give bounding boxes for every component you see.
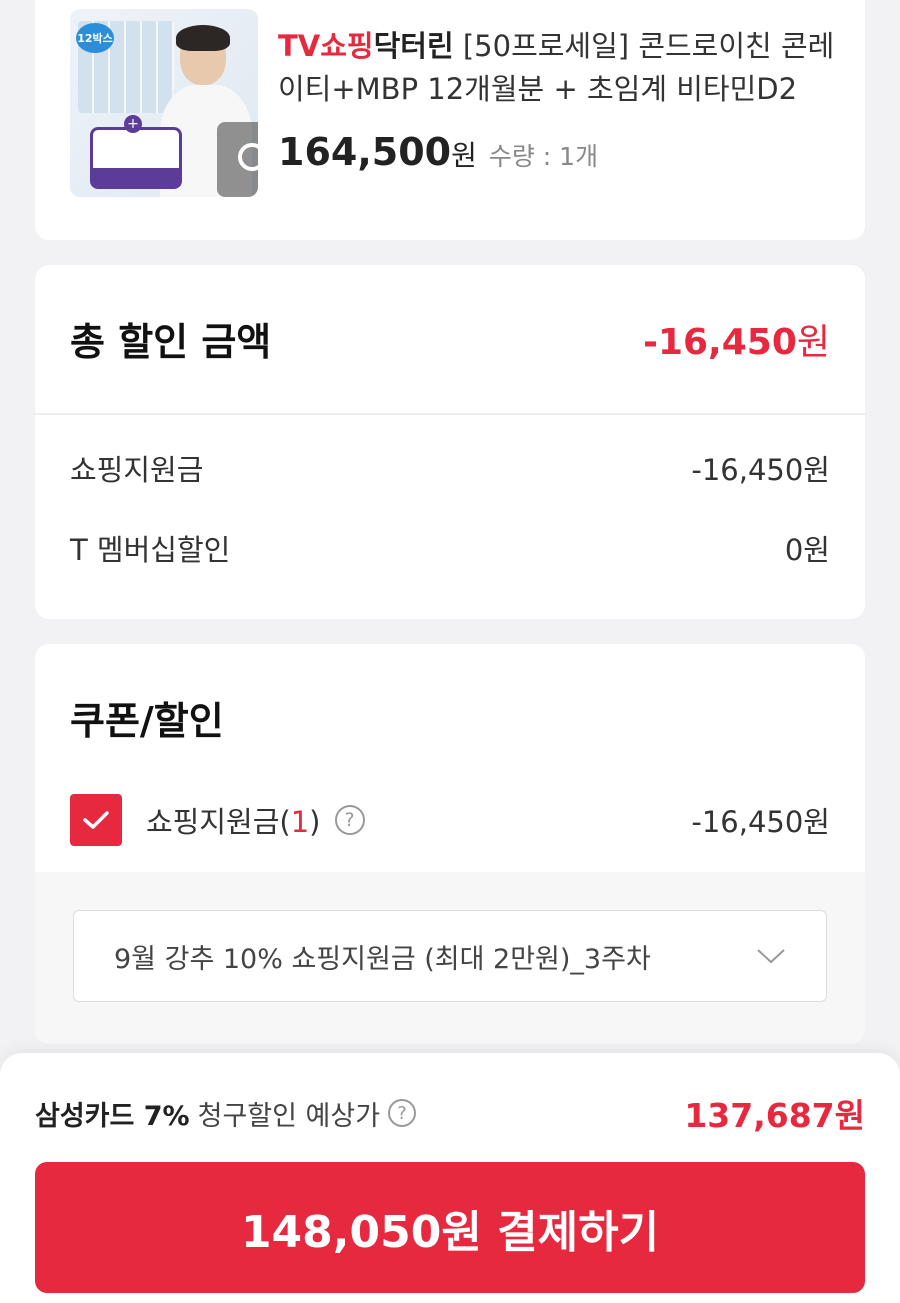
chevron-down-icon [757, 949, 785, 964]
coupon-item-value: -16,450원 [691, 805, 830, 839]
product-thumbnail[interactable]: 12박스 + [70, 9, 258, 197]
estimated-price: 137,687원 [684, 1096, 865, 1135]
coupon-item-label: 쇼핑지원금(1) [146, 805, 321, 839]
discount-row-value: 0원 [784, 533, 830, 567]
card-promo-text: 청구할인 예상가 [197, 1100, 381, 1132]
card-promo-name: 삼성카드 7% [35, 1100, 190, 1132]
price-row: 164,500 원 수량 : 1개 [278, 130, 598, 174]
coupon-discount-card: 쿠폰/할인 쇼핑지원금(1) ? -16,450원 9월 강추 10% 쇼핑지원… [35, 644, 865, 1044]
discount-row-label: T 멤버십할인 [70, 533, 231, 567]
help-icon[interactable]: ? [334, 805, 365, 835]
discount-row-shopping-support: 쇼핑지원금 -16,450원 [70, 447, 830, 489]
thumb-badge: 12박스 [76, 23, 114, 53]
total-discount-title: 총 할인 금액 [70, 320, 272, 364]
coupon-section-title: 쿠폰/할인 [70, 699, 224, 743]
product-card: 12박스 + TV쇼핑닥터린 [50프로세일] 콘드로이친 콘레이티+MBP 1… [35, 0, 865, 240]
checkout-bottom-sheet: 삼성카드 7% 청구할인 예상가 ? 137,687원 148,050원 결제하… [0, 1053, 900, 1303]
discount-summary-card: 총 할인 금액 -16,450원 쇼핑지원금 -16,450원 T 멤버십할인 … [35, 265, 865, 619]
discount-row-value: -16,450원 [691, 453, 830, 487]
checkmark-icon [83, 811, 109, 829]
bonus-product-image [90, 127, 182, 189]
help-icon[interactable]: ? [388, 1099, 417, 1127]
product-title[interactable]: TV쇼핑닥터린 [50프로세일] 콘드로이친 콘레이티+MBP 12개월분 + … [278, 25, 838, 111]
magnifier-icon [237, 142, 258, 171]
pay-button[interactable]: 148,050원 결제하기 [35, 1162, 865, 1293]
brand-tvshopping: TV쇼핑 [278, 29, 374, 63]
product-quantity: 수량 : 1개 [488, 142, 599, 171]
coupon-select-dropdown[interactable]: 9월 강추 10% 쇼핑지원금 (최대 2만원)_3주차 [73, 910, 827, 1002]
divider [35, 413, 865, 415]
price-unit: 원 [451, 139, 477, 172]
plus-icon: + [124, 115, 142, 133]
coupon-select-area: 9월 강추 10% 쇼핑지원금 (최대 2만원)_3주차 [35, 872, 865, 1044]
coupon-shopping-support-row: 쇼핑지원금(1) ? -16,450원 [70, 794, 830, 846]
shopping-support-checkbox[interactable] [70, 794, 122, 846]
selected-coupon-text: 9월 강추 10% 쇼핑지원금 (최대 2만원)_3주차 [114, 943, 651, 975]
discount-row-label: 쇼핑지원금 [70, 453, 204, 487]
card-discount-estimate-row: 삼성카드 7% 청구할인 예상가 ? 137,687원 [35, 1089, 865, 1137]
brand-name: 닥터린 [373, 29, 454, 63]
zoom-button[interactable] [217, 122, 258, 197]
product-price: 164,500 [278, 130, 452, 174]
discount-row-t-membership: T 멤버십할인 0원 [70, 527, 830, 569]
total-discount-amount: -16,450원 [643, 321, 830, 363]
